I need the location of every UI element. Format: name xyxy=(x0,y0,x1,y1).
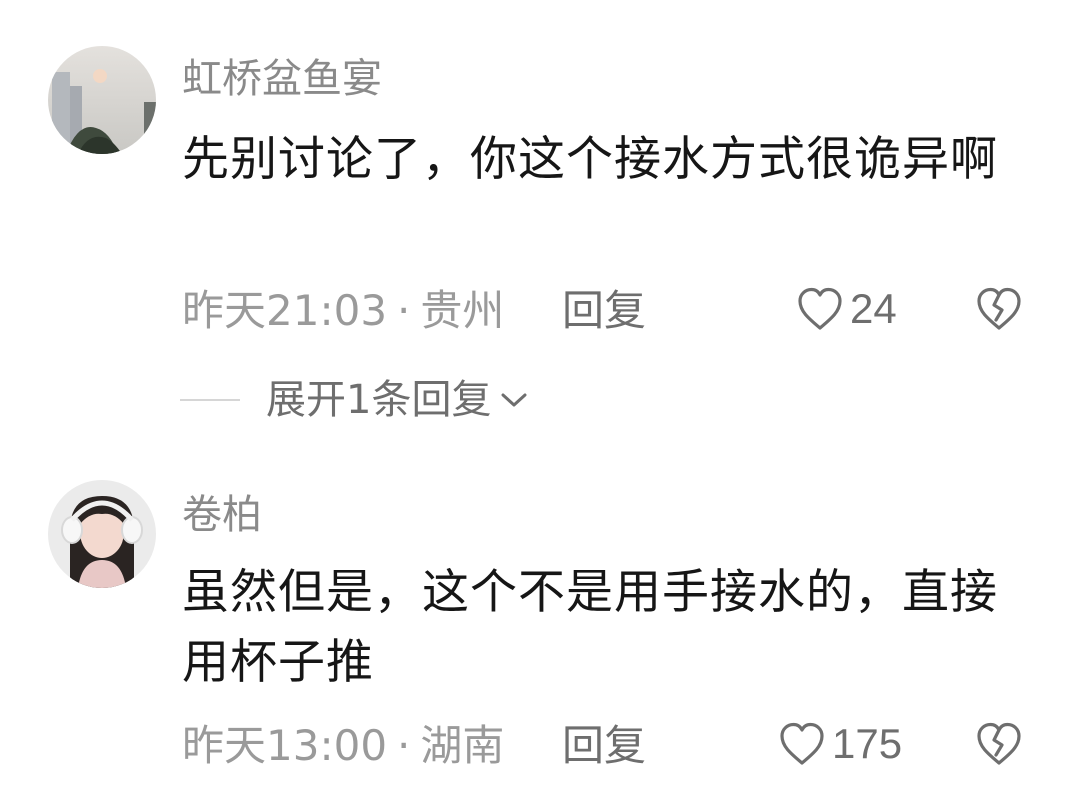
username[interactable]: 虹桥盆鱼宴 xyxy=(182,59,382,99)
girl-avatar-icon xyxy=(48,480,156,588)
separator: · xyxy=(397,286,411,335)
reply-button[interactable]: 回复 xyxy=(562,725,646,767)
like-button[interactable]: 24 xyxy=(796,286,897,332)
reply-button[interactable]: 回复 xyxy=(562,290,646,332)
broken-heart-icon xyxy=(977,722,1021,765)
comment-item: 虹桥盆鱼宴 先别讨论了，你这个接水方式很诡异啊 昨天21:03 · 贵州 回复 24… xyxy=(0,0,1080,440)
divider xyxy=(180,399,240,401)
separator: · xyxy=(397,721,411,770)
like-count: 175 xyxy=(832,720,903,767)
comment-meta: 昨天13:00 · 湖南 xyxy=(182,725,504,767)
like-button[interactable]: 175 xyxy=(778,721,902,767)
expand-replies[interactable]: 展开1条回复 xyxy=(180,380,531,420)
landscape-avatar-icon xyxy=(48,46,156,154)
comment-item: 卷柏 虽然但是，这个不是用手接水的，直接用杯子推 昨天13:00 · 湖南 回复 1… xyxy=(0,440,1080,808)
dislike-button[interactable] xyxy=(975,286,1023,336)
heart-outline-icon xyxy=(780,722,824,765)
comment-location: 湖南 xyxy=(420,721,505,770)
comment-text: 虽然但是，这个不是用手接水的，直接用杯子推 xyxy=(182,565,998,690)
avatar[interactable] xyxy=(48,46,156,154)
broken-heart-icon xyxy=(977,287,1021,330)
comment-meta: 昨天21:03 · 贵州 xyxy=(182,290,504,332)
username[interactable]: 卷柏 xyxy=(182,495,262,535)
comment-text: 先别讨论了，你这个接水方式很诡异啊 xyxy=(182,132,998,187)
expand-replies-label[interactable]: 展开1条回复 xyxy=(266,380,491,420)
dislike-button[interactable] xyxy=(975,721,1023,771)
avatar[interactable] xyxy=(48,480,156,588)
like-count: 24 xyxy=(850,285,897,332)
heart-outline-icon xyxy=(798,287,842,330)
comment-time: 昨天13:00 xyxy=(182,721,388,770)
comment-location: 贵州 xyxy=(420,286,505,335)
comment-time: 昨天21:03 xyxy=(182,286,388,335)
chevron-down-icon[interactable] xyxy=(497,389,531,411)
